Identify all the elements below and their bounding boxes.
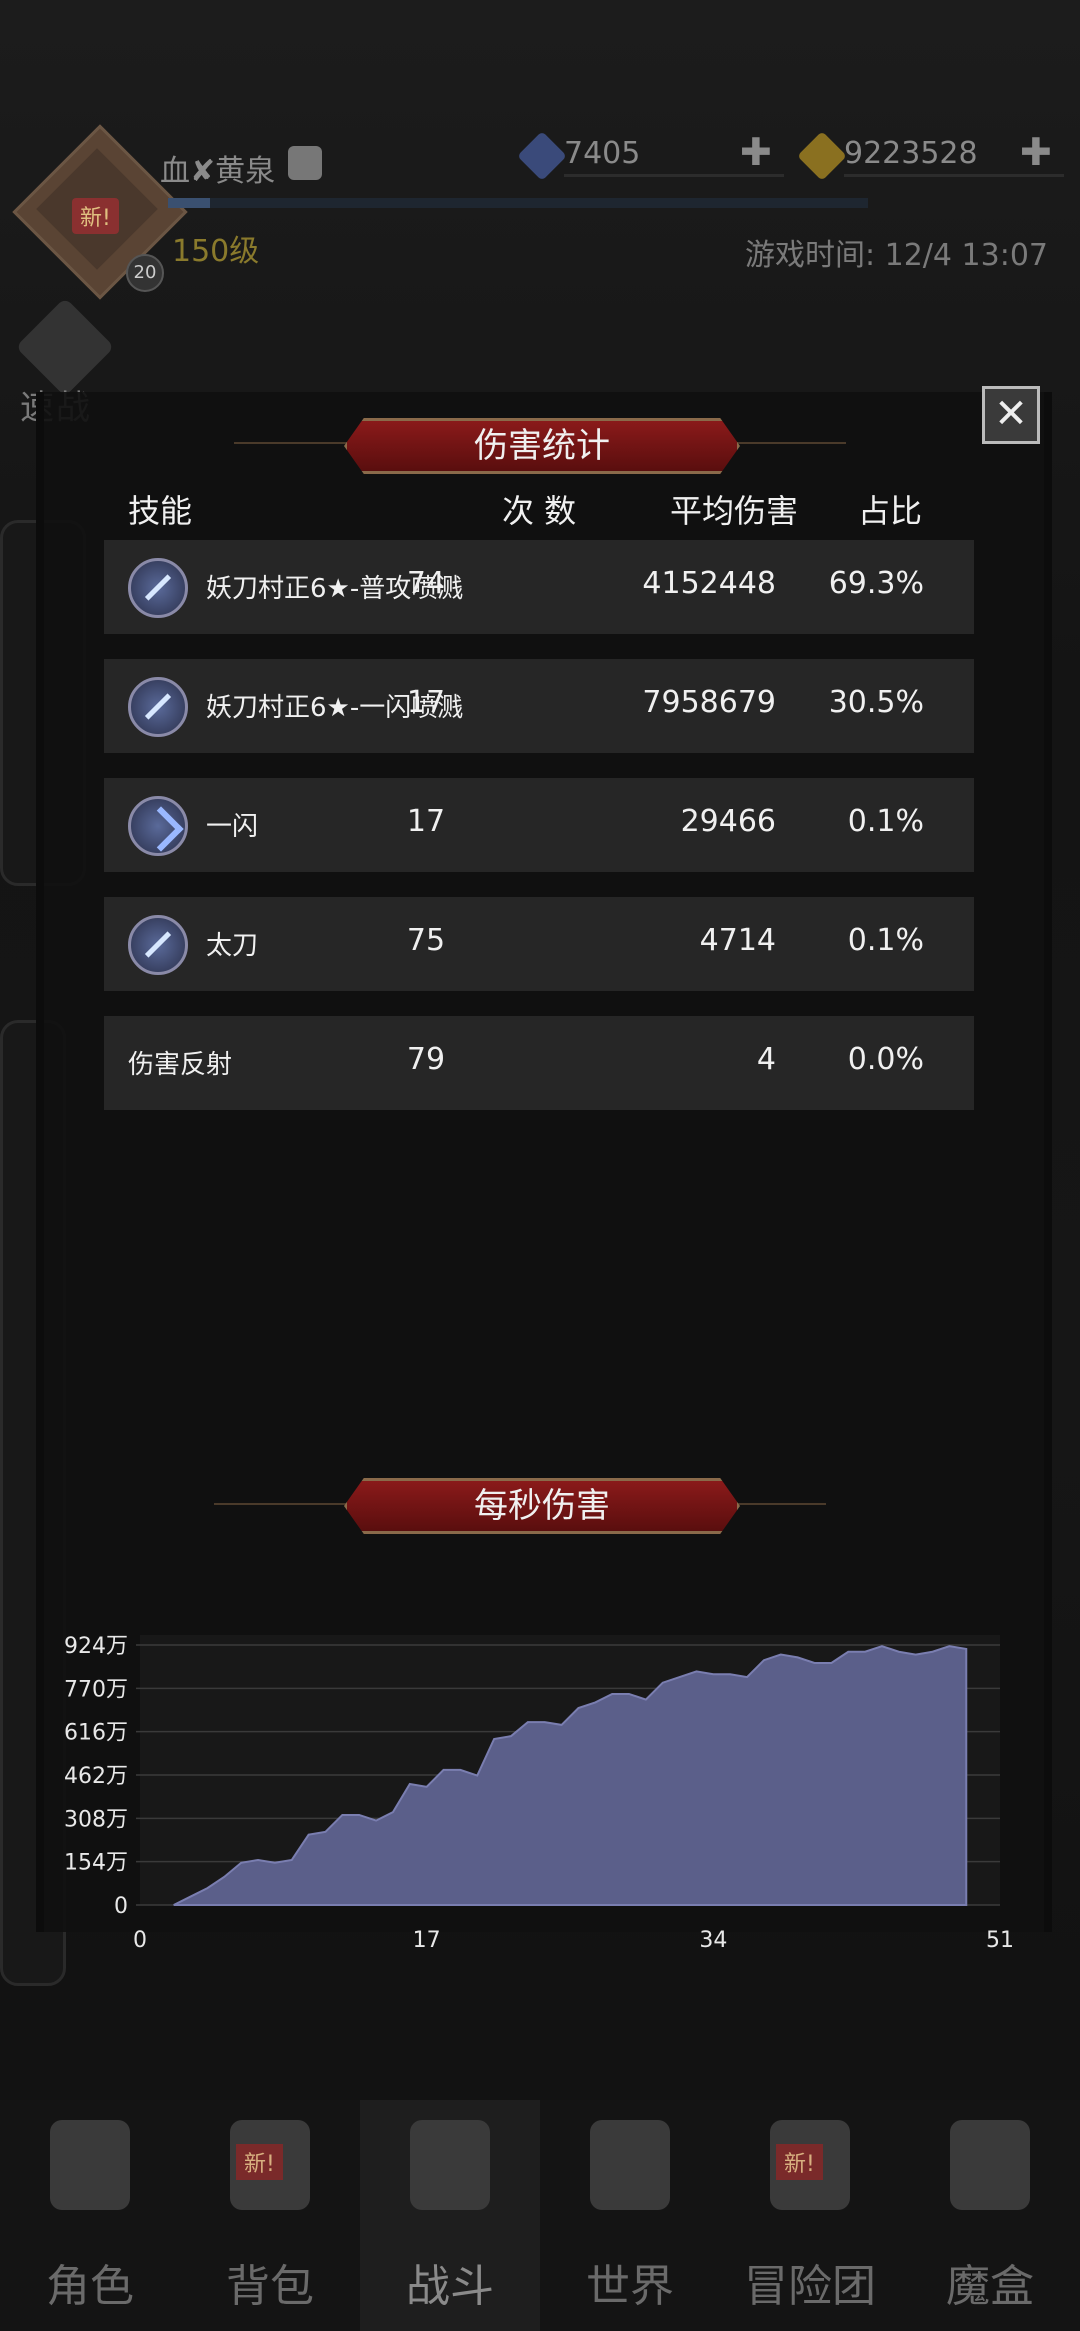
flash-icon (128, 796, 188, 856)
nav-label: 角色 (46, 2261, 134, 2312)
y-tick-label: 308万 (64, 1807, 128, 1832)
avatar-level-badge: 20 (126, 254, 164, 292)
header-skill: 技能 (128, 492, 193, 530)
skill-ratio: 0.1% (847, 804, 924, 839)
skill-count: 74 (406, 566, 446, 601)
sword-icon (128, 558, 188, 618)
header-ratio: 占比 (858, 492, 923, 530)
player-level: 150级 (172, 234, 260, 269)
header-count: 次 数 (502, 492, 577, 530)
nav-new-badge: 新! (236, 2144, 283, 2180)
skill-avg-damage: 7958679 (642, 685, 776, 720)
nav-adventure-team[interactable]: 新! 冒险团 (720, 2100, 900, 2331)
nav-backpack[interactable]: 新! 背包 (180, 2100, 360, 2331)
sword-icon (128, 677, 188, 737)
bottom-nav: 角色 新! 背包 战斗 世界 新! 冒险团 魔盒 (0, 2100, 1080, 2331)
y-tick-label: 462万 (64, 1764, 128, 1789)
edit-name-icon[interactable] (288, 146, 322, 180)
skill-ratio: 30.5% (828, 685, 924, 720)
skill-name: 一闪 (206, 812, 259, 842)
y-tick-label: 0 (114, 1894, 128, 1919)
x-tick-label: 34 (699, 1928, 727, 1953)
y-tick-label: 924万 (64, 1634, 128, 1659)
nav-label: 冒险团 (744, 2261, 876, 2312)
skill-ratio: 0.0% (847, 1042, 924, 1077)
avatar-new-badge: 新! (72, 198, 119, 234)
nav-character[interactable]: 角色 (0, 2100, 180, 2331)
nav-label: 魔盒 (946, 2261, 1034, 2312)
skill-name: 伤害反射 (128, 1050, 233, 1080)
skill-name: 太刀 (206, 931, 259, 961)
gold-icon (797, 131, 847, 181)
x-tick-label: 51 (986, 1928, 1014, 1953)
skill-avg-damage: 4 (756, 1042, 776, 1077)
nav-new-badge: 新! (776, 2144, 823, 2180)
skill-row: 太刀 75 4714 0.1% (104, 897, 974, 991)
skill-count: 17 (406, 685, 446, 720)
sword-icon (128, 915, 188, 975)
close-button[interactable]: ✕ (982, 386, 1040, 444)
damage-stats-title: 伤害统计 (344, 418, 740, 474)
add-gold-button[interactable]: ✚ (1020, 130, 1052, 174)
nav-label: 背包 (226, 2261, 314, 2312)
y-tick-label: 154万 (64, 1851, 128, 1876)
skill-avg-damage: 4714 (699, 923, 776, 958)
gold-underline (844, 174, 1064, 177)
x-tick-label: 0 (133, 1928, 147, 1953)
shield-sword-icon (410, 2120, 490, 2210)
map-scroll-icon (590, 2120, 670, 2210)
nav-label: 战斗 (406, 2261, 494, 2312)
gold-resource: 9223528 ✚ (797, 130, 1064, 181)
add-gem-button[interactable]: ✚ (740, 130, 772, 174)
skill-row: 妖刀村正6★-普攻喷溅 74 4152448 69.3% (104, 540, 974, 634)
skill-row: 一闪 17 29466 0.1% (104, 778, 974, 872)
skill-avg-damage: 29466 (680, 804, 776, 839)
nav-battle[interactable]: 战斗 (360, 2100, 540, 2331)
skill-ratio: 69.3% (828, 566, 924, 601)
magic-box-icon (950, 2120, 1030, 2210)
helmet-icon (50, 2120, 130, 2210)
dps-chart: 0 154万 308万 462万 616万 770万 924万 0 17 34 51 (64, 1634, 1014, 1953)
y-tick-label: 616万 (64, 1721, 128, 1746)
nav-magic-box[interactable]: 魔盒 (900, 2100, 1080, 2331)
gold-count: 9223528 (844, 136, 978, 171)
skill-avg-damage: 4152448 (642, 566, 776, 601)
skill-count: 79 (406, 1042, 446, 1077)
skill-row: 妖刀村正6★-一闪喷溅 17 7958679 30.5% (104, 659, 974, 753)
player-name: 血✘黄泉 (160, 154, 276, 189)
nav-world[interactable]: 世界 (540, 2100, 720, 2331)
game-time: 游戏时间: 12/4 13:07 (744, 238, 1048, 273)
y-tick-label: 770万 (64, 1677, 128, 1702)
gem-underline (564, 174, 784, 177)
gem-icon (517, 131, 567, 181)
experience-fill (168, 198, 210, 208)
skill-count: 17 (406, 804, 446, 839)
dps-title: 每秒伤害 (344, 1478, 740, 1534)
gem-resource: 7405 ✚ (517, 130, 784, 181)
nav-label: 世界 (586, 2261, 674, 2312)
skill-row: 伤害反射 79 4 0.0% (104, 1016, 974, 1110)
gem-count: 7405 (564, 136, 641, 171)
experience-bar (168, 198, 868, 208)
skill-ratio: 0.1% (847, 923, 924, 958)
x-tick-label: 17 (413, 1928, 441, 1953)
header-avg-damage: 平均伤害 (670, 492, 799, 530)
skill-count: 75 (406, 923, 446, 958)
